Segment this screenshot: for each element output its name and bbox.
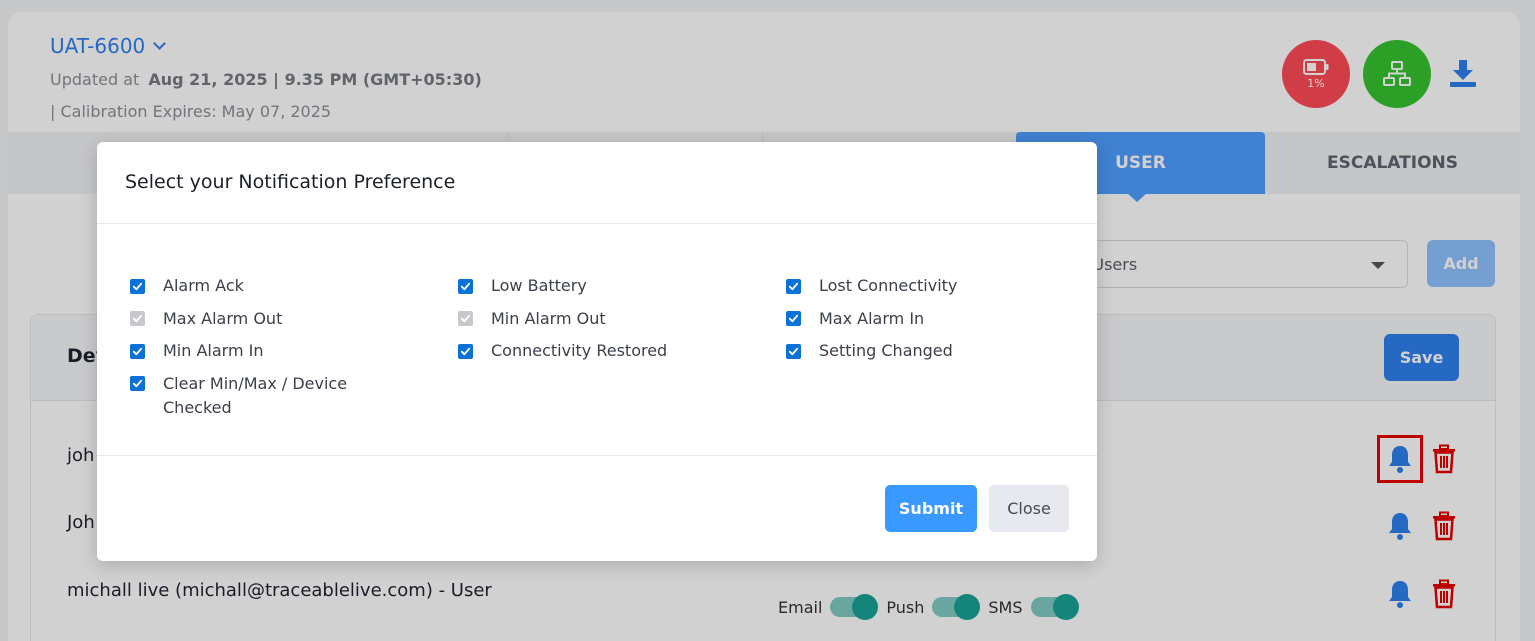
checkbox-setting-changed[interactable] [786, 343, 801, 359]
preference-option[interactable]: Min Alarm Out [425, 307, 715, 331]
preference-option[interactable]: Max Alarm Out [97, 307, 387, 331]
checkbox-lost-connectivity[interactable] [786, 278, 801, 294]
modal-body: Alarm Ack Max Alarm Out Min Alarm In Clear … [97, 224, 1097, 456]
options-column: Alarm Ack Max Alarm Out Min Alarm In Clear … [97, 274, 387, 428]
option-label: Lost Connectivity [819, 276, 958, 295]
preference-option[interactable]: Low Battery [425, 274, 715, 298]
modal-footer: Submit Close [97, 456, 1097, 561]
submit-button[interactable]: Submit [885, 485, 977, 532]
option-label: Alarm Ack [163, 276, 244, 295]
close-button[interactable]: Close [989, 485, 1069, 532]
preference-option[interactable]: Setting Changed [753, 339, 1043, 363]
checkbox-connectivity-restored[interactable] [458, 343, 473, 359]
option-label: Max Alarm In [819, 308, 925, 328]
modal-title: Select your Notification Preference [125, 171, 456, 193]
checkbox-alarm-ack[interactable] [130, 278, 145, 294]
preference-option[interactable]: Connectivity Restored [425, 339, 715, 363]
preference-option[interactable]: Alarm Ack [97, 274, 387, 298]
modal-header: Select your Notification Preference [97, 142, 1097, 224]
checkbox-min-alarm-in[interactable] [130, 343, 145, 359]
preference-option[interactable]: Max Alarm In [753, 307, 1043, 331]
option-label: Clear Min/Max / Device Checked [163, 373, 348, 417]
option-label: Min Alarm In [163, 341, 264, 360]
checkbox-clear-min-max-device-checked[interactable] [130, 376, 145, 391]
checkbox-min-alarm-out [458, 311, 473, 326]
checkbox-max-alarm-out [130, 311, 145, 326]
option-label: Setting Changed [819, 341, 953, 360]
preference-option[interactable]: Min Alarm In [97, 339, 387, 363]
notification-preference-modal: Select your Notification Preference Alar… [97, 142, 1097, 561]
options-column: Low Battery Min Alarm Out Connectivity Res… [425, 274, 715, 372]
options-column: Lost Connectivity Max Alarm In Setting Cha… [753, 274, 1043, 372]
checkbox-low-battery[interactable] [458, 278, 473, 294]
option-label: Max Alarm Out [163, 308, 283, 328]
option-label: Min Alarm Out [491, 308, 606, 328]
preference-option[interactable]: Lost Connectivity [753, 274, 1043, 298]
option-label: Low Battery [491, 276, 587, 295]
preference-option[interactable]: Clear Min/Max / Device Checked [97, 372, 387, 420]
checkbox-max-alarm-in[interactable] [786, 311, 801, 326]
option-label: Connectivity Restored [491, 341, 668, 360]
